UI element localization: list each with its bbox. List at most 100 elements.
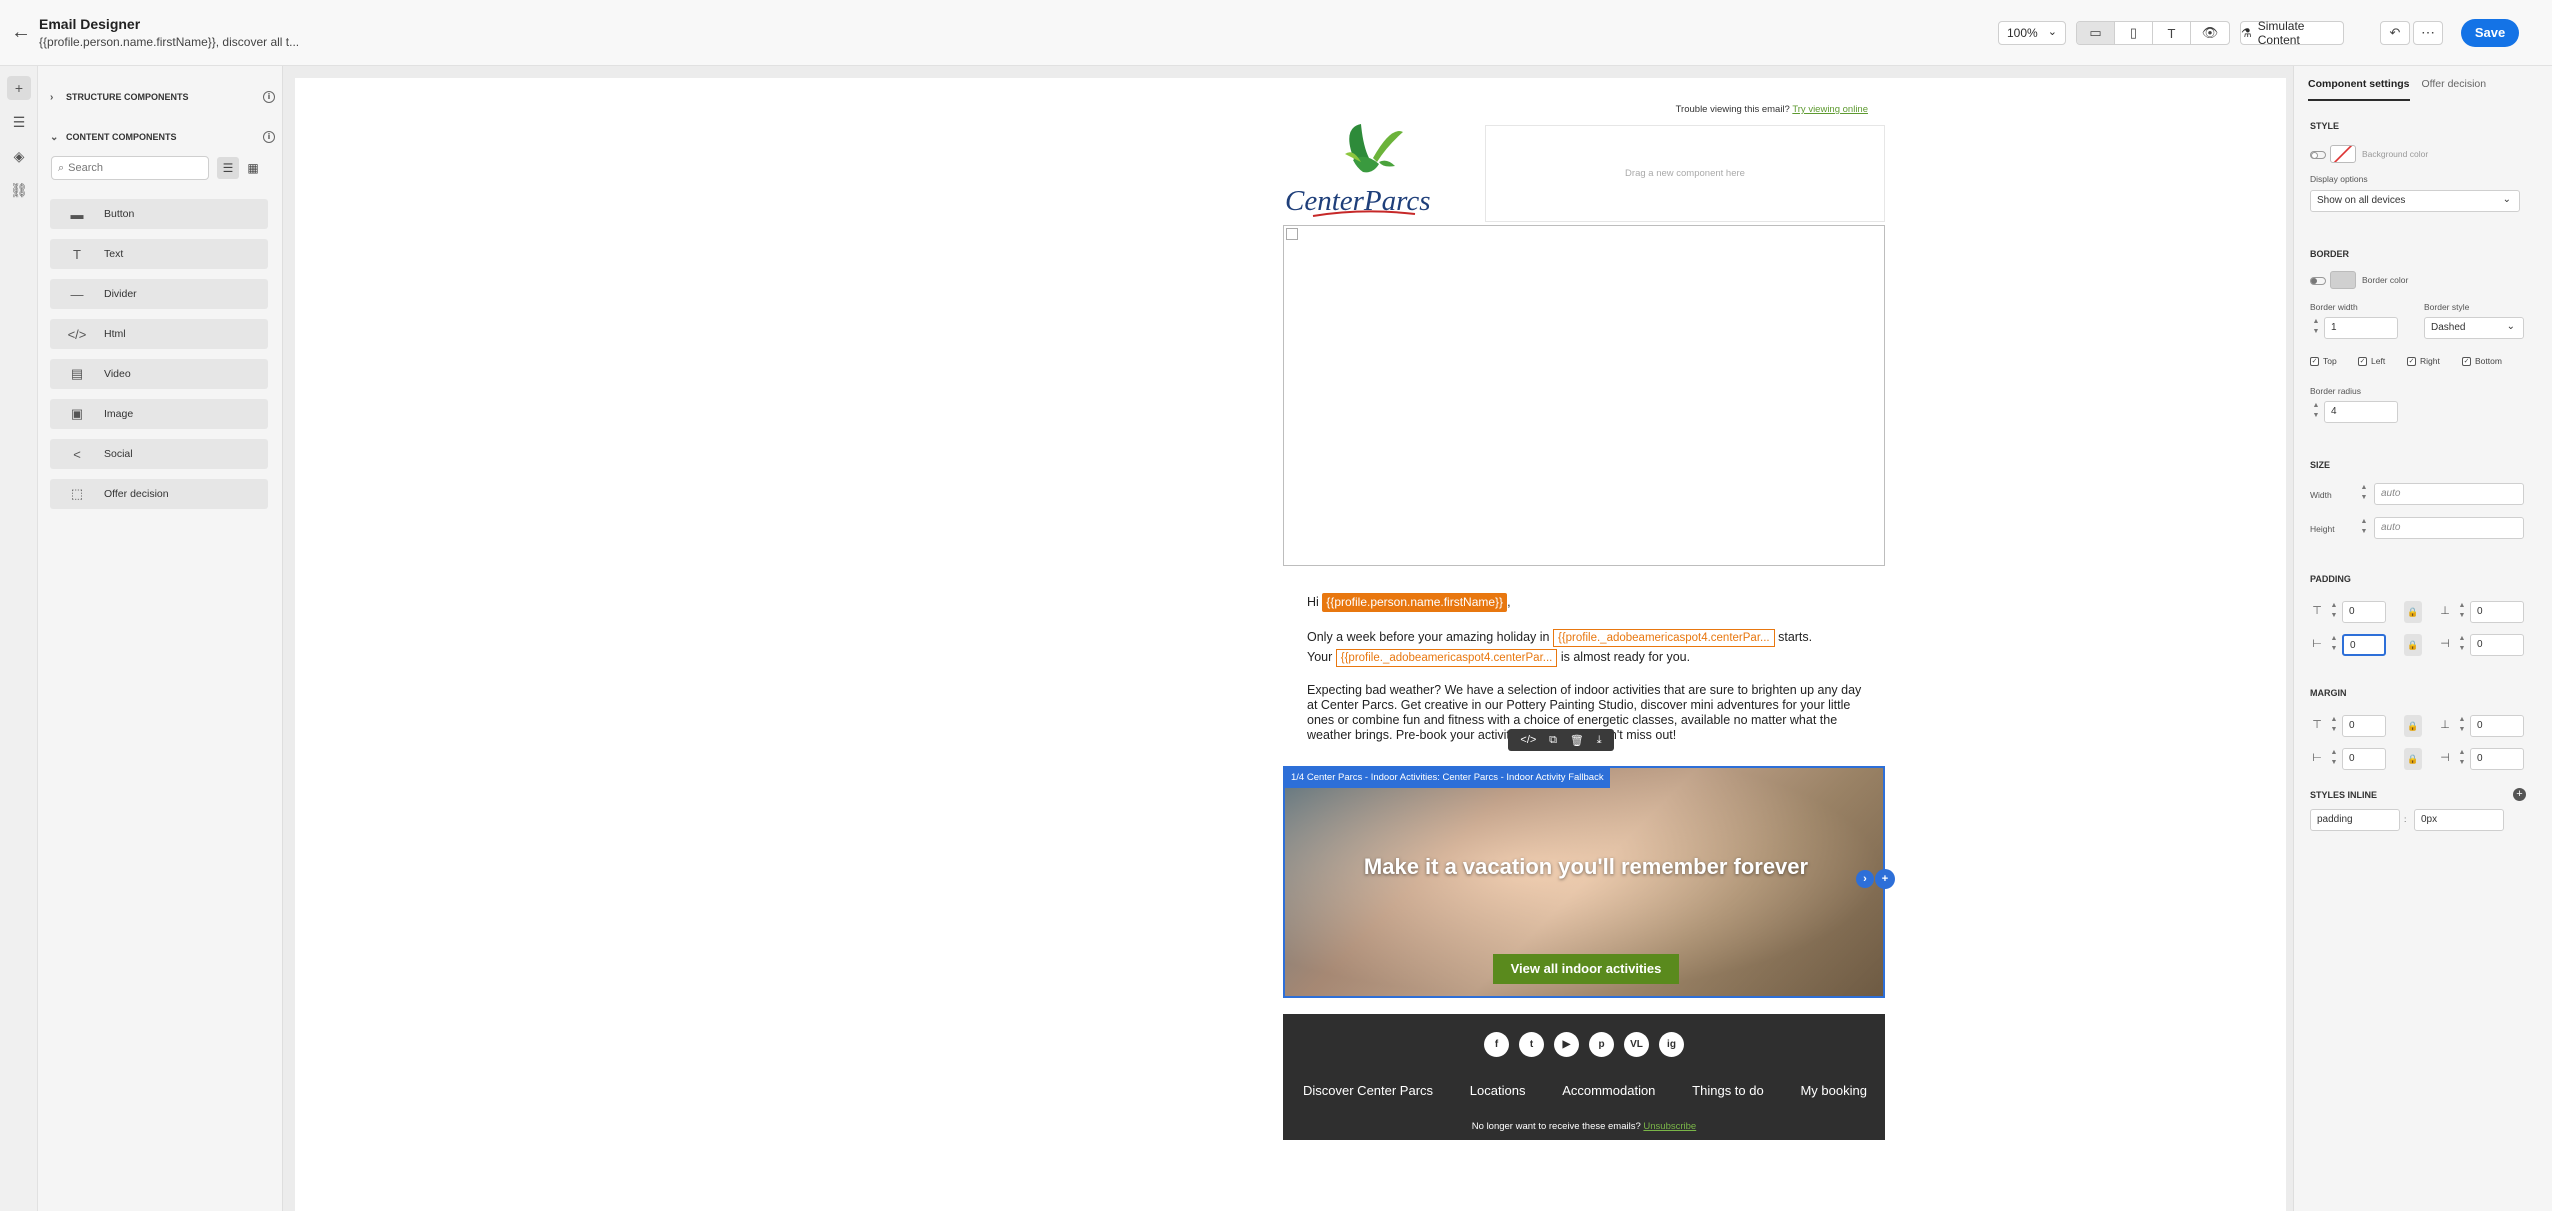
border-style-select[interactable]: Dashed ⌄ (2424, 317, 2524, 339)
margin-bottom-input[interactable]: 0 (2470, 715, 2524, 737)
instagram-icon[interactable]: ig (1659, 1032, 1684, 1057)
margin-right-input[interactable]: 0 (2470, 748, 2524, 770)
bg-color-toggle[interactable] (2310, 151, 2326, 159)
search-input[interactable]: ⌕ Search (51, 156, 209, 180)
vl-icon[interactable]: VL (1624, 1032, 1649, 1057)
border-bottom-checkbox[interactable]: ✓ Bottom (2462, 356, 2502, 366)
link-icon[interactable]: ⛓ (7, 178, 31, 202)
border-radius-stepper[interactable]: ▲ ▼ (2310, 401, 2322, 423)
padding-top-stepper[interactable]: ▲ ▼ (2328, 601, 2340, 623)
footer-link-discover[interactable]: Discover Center Parcs (1303, 1083, 1433, 1098)
margin-bottom-stepper[interactable]: ▲ ▼ (2456, 715, 2468, 737)
bg-color-swatch[interactable] (2330, 145, 2356, 163)
layers-icon[interactable]: ◈ (7, 144, 31, 168)
text-view-icon[interactable]: T (2153, 22, 2191, 44)
width-stepper[interactable]: ▲ ▼ (2358, 483, 2370, 505)
structure-components-header[interactable]: › STRUCTURE COMPONENTS i (50, 86, 275, 108)
info-icon[interactable]: i (263, 131, 275, 143)
youtube-icon[interactable]: ▶ (1554, 1032, 1579, 1057)
border-right-checkbox[interactable]: ✓ Right (2407, 356, 2440, 366)
lock-icon[interactable]: 🔒 (2404, 634, 2422, 656)
accommodation-token[interactable]: {{profile._adobeamericaspot4.centerPar..… (1335, 648, 1558, 667)
component-offer-decision[interactable]: ⬚ Offer decision (50, 479, 268, 509)
border-color-swatch[interactable] (2330, 271, 2356, 289)
border-color-toggle[interactable] (2310, 277, 2326, 285)
location-token[interactable]: {{profile._adobeamericaspot4.centerPar..… (1552, 628, 1775, 647)
facebook-icon[interactable]: f (1484, 1032, 1509, 1057)
twitter-icon[interactable]: t (1519, 1032, 1544, 1057)
drop-zone[interactable]: Drag a new component here (1485, 125, 1885, 222)
content-components-header[interactable]: ⌄ CONTENT COMPONENTS i (50, 126, 275, 148)
footer-link-things-to-do[interactable]: Things to do (1692, 1083, 1764, 1098)
lock-icon[interactable]: 🔒 (2404, 715, 2422, 737)
inline-style-property[interactable]: padding (2310, 809, 2400, 831)
padding-top-input[interactable]: 0 (2342, 601, 2386, 623)
desktop-view-icon[interactable]: ▭ (2077, 22, 2115, 44)
footer-link-locations[interactable]: Locations (1470, 1083, 1526, 1098)
preview-eye-icon[interactable]: 👁 (2191, 22, 2229, 44)
unsubscribe-link[interactable]: Unsubscribe (1643, 1121, 1696, 1132)
border-width-input[interactable]: 1 (2324, 317, 2398, 339)
tab-offer-decision[interactable]: Offer decision (2422, 78, 2487, 101)
holiday-paragraph[interactable]: Only a week before your amazing holiday … (1307, 627, 1867, 667)
info-icon[interactable]: i (263, 91, 275, 103)
component-html[interactable]: </> Html (50, 319, 268, 349)
padding-right-input[interactable]: 0 (2470, 634, 2524, 656)
component-text[interactable]: T Text (50, 239, 268, 269)
offer-image-block[interactable]: 1/4 Center Parcs - Indoor Activities: Ce… (1283, 766, 1885, 998)
border-radius-input[interactable]: 4 (2324, 401, 2398, 423)
footer-link-my-booking[interactable]: My booking (1800, 1083, 1866, 1098)
lock-icon[interactable]: 🔒 (2404, 601, 2422, 623)
first-name-token[interactable]: {{profile.person.name.firstName}} (1322, 593, 1508, 612)
view-activities-button[interactable]: View all indoor activities (1493, 954, 1679, 984)
height-input[interactable]: auto (2374, 517, 2524, 539)
component-video[interactable]: ▤ Video (50, 359, 268, 389)
delete-icon[interactable]: 🗑 (1570, 734, 1584, 747)
footer-link-accommodation[interactable]: Accommodation (1562, 1083, 1655, 1098)
margin-left-stepper[interactable]: ▲ ▼ (2328, 748, 2340, 770)
padding-bottom-stepper[interactable]: ▲ ▼ (2456, 601, 2468, 623)
margin-top-stepper[interactable]: ▲ ▼ (2328, 715, 2340, 737)
email-subject[interactable]: {{profile.person.name.firstName}}, disco… (39, 35, 299, 49)
list-view-icon[interactable]: ☰ (217, 157, 239, 179)
save-button[interactable]: Save (2461, 19, 2519, 47)
border-width-stepper[interactable]: ▲ ▼ (2310, 317, 2322, 339)
margin-left-input[interactable]: 0 (2342, 748, 2386, 770)
component-divider[interactable]: — Divider (50, 279, 268, 309)
width-input[interactable]: auto (2374, 483, 2524, 505)
inline-style-value[interactable]: 0px (2414, 809, 2504, 831)
component-image[interactable]: ▣ Image (50, 399, 268, 429)
zoom-select[interactable]: 100% ⌄ (1998, 21, 2066, 45)
simulate-content-button[interactable]: ⚗ Simulate Content (2240, 19, 2344, 47)
duplicate-icon[interactable]: ⧉ (1549, 734, 1557, 747)
tab-component-settings[interactable]: Component settings (2308, 78, 2410, 101)
margin-right-stepper[interactable]: ▲ ▼ (2456, 748, 2468, 770)
add-components-icon[interactable]: + (7, 76, 31, 100)
grid-view-icon[interactable]: ▦ (242, 157, 264, 179)
view-online-link[interactable]: Try viewing online (1792, 104, 1868, 115)
back-arrow-icon[interactable]: ← (8, 22, 34, 44)
display-options-select[interactable]: Show on all devices ⌄ (2310, 190, 2520, 212)
padding-left-stepper[interactable]: ▲ ▼ (2328, 634, 2340, 656)
margin-top-input[interactable]: 0 (2342, 715, 2386, 737)
add-style-icon[interactable]: + (2513, 788, 2526, 801)
save-fragment-icon[interactable]: ⤓ (1597, 734, 1602, 747)
padding-left-input[interactable]: 0 (2342, 634, 2386, 656)
component-social[interactable]: < Social (50, 439, 268, 469)
padding-right-stepper[interactable]: ▲ ▼ (2456, 634, 2468, 656)
padding-bottom-input[interactable]: 0 (2470, 601, 2524, 623)
height-stepper[interactable]: ▲ ▼ (2358, 517, 2370, 539)
border-left-checkbox[interactable]: ✓ Left (2358, 356, 2385, 366)
undo-icon[interactable]: ↶ (2380, 21, 2410, 45)
greeting-text[interactable]: Hi {{profile.person.name.firstName}}, (1307, 593, 1867, 612)
next-offer-arrow-icon[interactable]: › (1856, 870, 1874, 888)
mobile-view-icon[interactable]: ▯ (2115, 22, 2153, 44)
center-parcs-logo[interactable]: CenterParcs (1283, 122, 1483, 223)
navigation-tree-icon[interactable]: ☰ (7, 110, 31, 134)
hero-image-placeholder[interactable] (1283, 225, 1885, 566)
add-component-icon[interactable]: + (1875, 869, 1895, 889)
code-icon[interactable]: </> (1520, 734, 1536, 746)
more-options-icon[interactable]: ⋯ (2413, 21, 2443, 45)
border-top-checkbox[interactable]: ✓ Top (2310, 356, 2337, 366)
pinterest-icon[interactable]: p (1589, 1032, 1614, 1057)
